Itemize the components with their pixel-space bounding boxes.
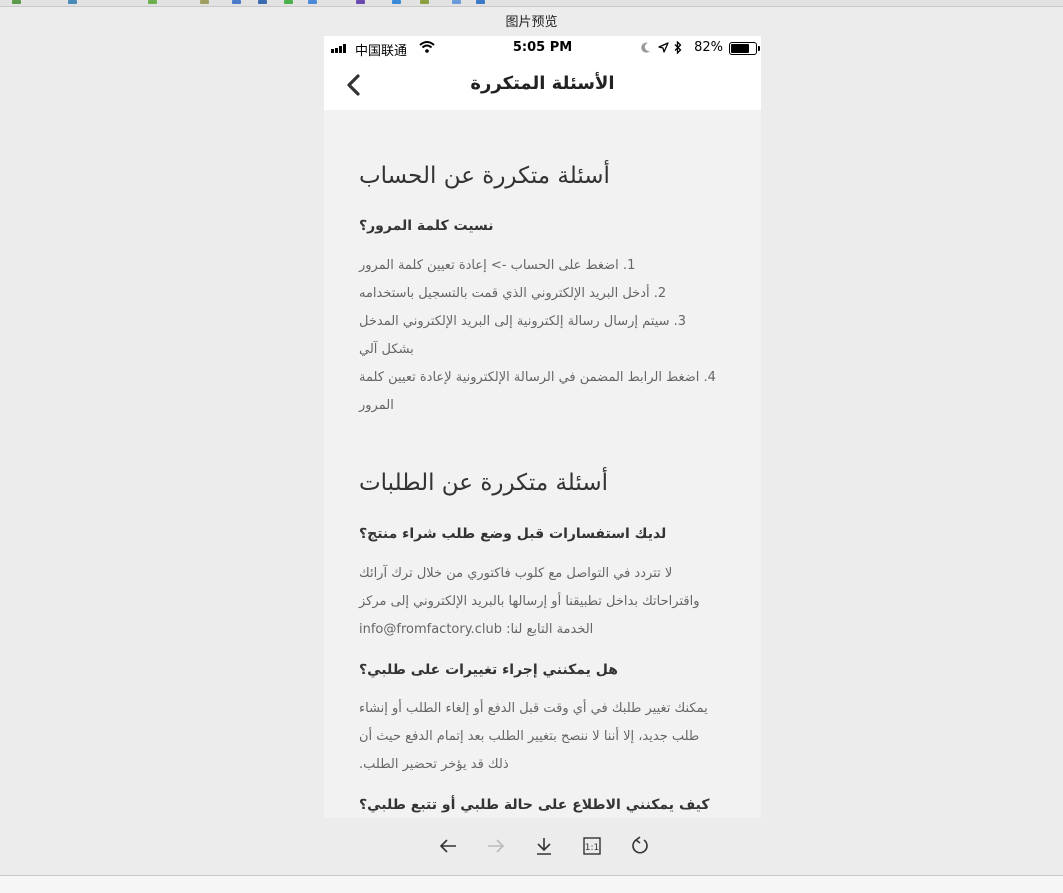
faq-answer-line: طلب جديد، إلا أننا لا ننصح بتغيير الطلب …: [359, 729, 700, 744]
faq-answer-line: 1. اضغط على الحساب -> إعادة تعيين كلمة ا…: [359, 258, 636, 273]
toolbar-icon[interactable]: [476, 0, 485, 4]
faq-question: لديك استفسارات قبل وضع طلب شراء منتج؟: [359, 526, 667, 542]
faq-answer-line: 2. أدخل البريد الإلكتروني الذي قمت بالتس…: [359, 286, 667, 301]
actual-size-icon[interactable]: 1:1: [581, 835, 603, 857]
faq-content: أسئلة متكررة عن الحساب نسيت كلمة المرور؟…: [359, 156, 729, 818]
actual-size-label: 1:1: [585, 843, 599, 853]
phone-screen: 中国联通 5:05 PM 82% الأسئلة المتكررة أسئلة …: [324, 36, 761, 818]
top-toolbar-strip: [0, 0, 1063, 7]
toolbar-icon[interactable]: [12, 0, 21, 4]
bluetooth-icon: [674, 40, 682, 58]
faq-answer-line: 3. سيتم إرسال رسالة إلكترونية إلى البريد…: [359, 314, 687, 329]
toolbar-icon[interactable]: [308, 0, 317, 4]
arrow-right-icon[interactable]: [485, 835, 507, 857]
faq-answer-line: ذلك قد يؤخر تحضير الطلب.: [359, 757, 509, 772]
faq-answer-line: 4. اضغط الرابط المضمن في الرسالة الإلكتر…: [359, 370, 716, 385]
battery-percent: 82%: [694, 40, 723, 55]
toolbar-icon[interactable]: [200, 0, 209, 4]
toolbar-icon[interactable]: [392, 0, 401, 4]
page-title: الأسئلة المتكررة: [470, 73, 615, 94]
toolbar-icon[interactable]: [148, 0, 157, 4]
faq-question: كيف يمكنني الاطلاع على حالة طلبي أو تتبع…: [359, 797, 710, 813]
faq-answer-line: واقتراحاتك بداخل تطبيقنا أو إرسالها بالب…: [359, 594, 700, 609]
faq-answer-line: المرور: [359, 398, 394, 413]
location-arrow-icon: [658, 42, 669, 57]
faq-answer-line: بشكل آلي: [359, 342, 414, 357]
toolbar-icon[interactable]: [68, 0, 77, 4]
status-bar: 中国联通 5:05 PM 82%: [324, 36, 761, 61]
battery-icon: [729, 42, 760, 55]
faq-answer-line: يمكنك تغيير طلبك في أي وقت قبل الدفع أو …: [359, 701, 708, 716]
toolbar-icon[interactable]: [232, 0, 241, 4]
viewer-toolbar: 1:1: [0, 818, 1063, 873]
refresh-icon[interactable]: [629, 835, 651, 857]
arrow-left-icon[interactable]: [437, 835, 459, 857]
toolbar-icon[interactable]: [356, 0, 365, 4]
toolbar-icon[interactable]: [258, 0, 267, 4]
window-title: 图片预览: [505, 15, 558, 30]
section-title: أسئلة متكررة عن الطلبات: [359, 470, 609, 496]
faq-question: هل يمكنني إجراء تغييرات على طلبي؟: [359, 662, 619, 678]
faq-question: نسيت كلمة المرور؟: [359, 218, 494, 234]
faq-answer-line: الخدمة التابع لنا: info@fromfactory.club: [359, 622, 594, 637]
toolbar-icon[interactable]: [284, 0, 293, 4]
nav-bar: الأسئلة المتكررة: [324, 61, 761, 110]
section-title: أسئلة متكررة عن الحساب: [359, 163, 610, 189]
toolbar-icon[interactable]: [420, 0, 429, 4]
toolbar-icon[interactable]: [452, 0, 461, 4]
faq-answer-line: لا تتردد في التواصل مع كلوب فاكتوري من خ…: [359, 566, 673, 581]
moon-icon: [641, 42, 651, 57]
bottom-strip: [0, 876, 1063, 893]
download-icon[interactable]: [533, 835, 555, 857]
